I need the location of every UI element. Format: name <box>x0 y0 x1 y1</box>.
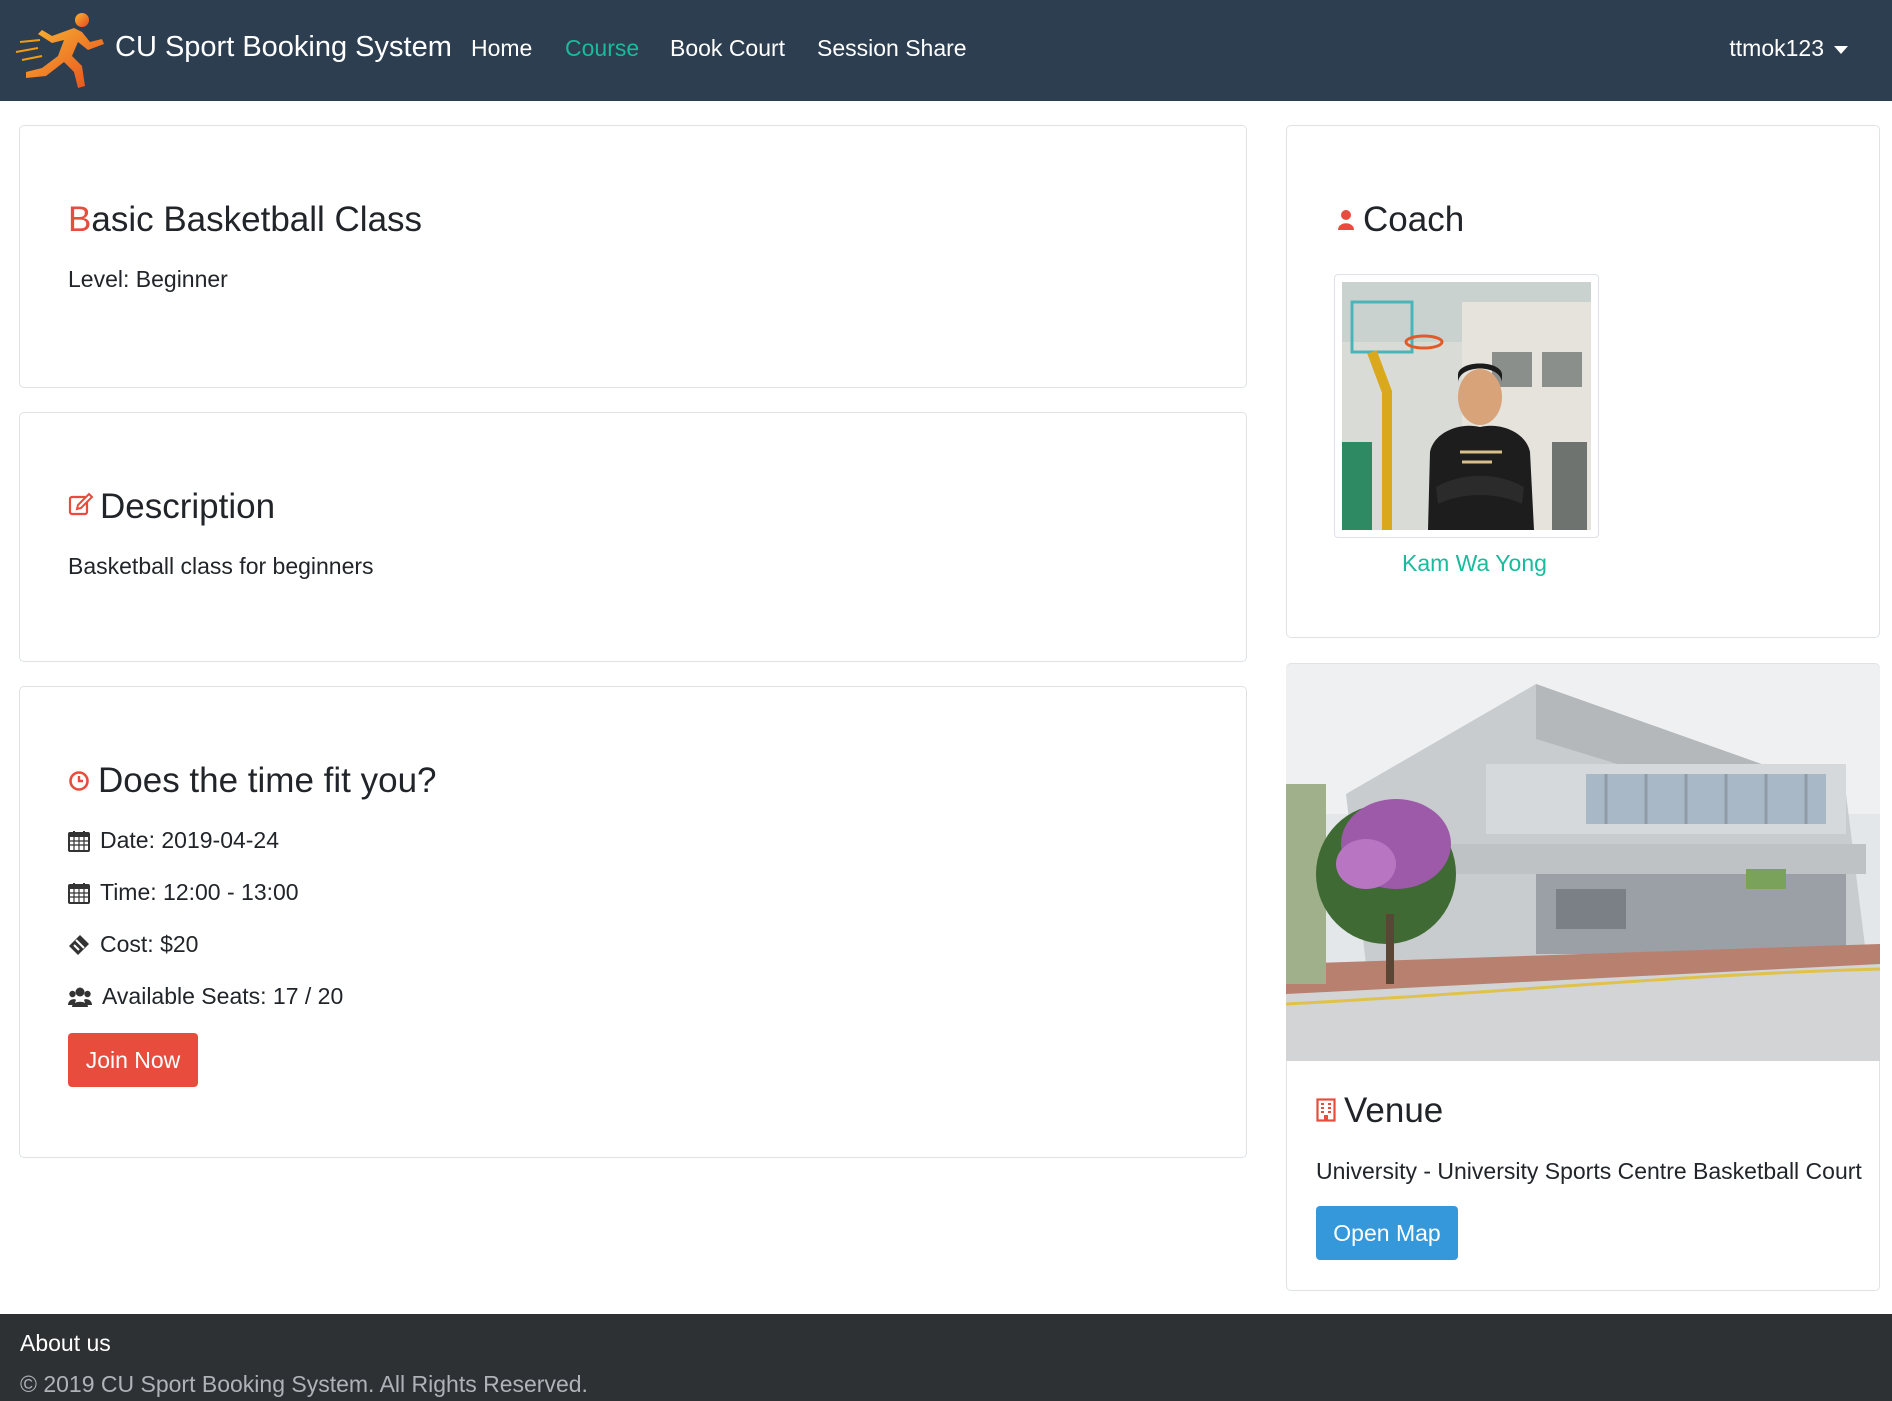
schedule-heading: Does the time fit you? <box>68 761 437 801</box>
ticket-icon <box>69 934 89 955</box>
course-level: Level: Beginner <box>68 266 228 292</box>
brand-title[interactable]: CU Sport Booking System <box>115 31 452 64</box>
open-map-button[interactable]: Open Map <box>1316 1206 1458 1260</box>
course-title-card: Basic Basketball Class Level: Beginner <box>19 125 1247 388</box>
schedule-card: Does the time fit you? Date: 2019-04-24 … <box>19 686 1247 1158</box>
date-text: Date: 2019-04-24 <box>100 827 280 853</box>
seats-text: Available Seats: 17 / 20 <box>102 983 344 1009</box>
description-heading-text: Description <box>100 487 276 526</box>
venue-heading-text: Venue <box>1344 1091 1444 1130</box>
description-heading: Description <box>68 487 275 527</box>
calendar-icon <box>68 882 90 904</box>
join-now-button[interactable]: Join Now <box>68 1033 198 1087</box>
footer: About us © 2019 CU Sport Booking System.… <box>0 1314 1892 1401</box>
date-row: Date: 2019-04-24 <box>68 827 279 854</box>
course-title: Basic Basketball Class <box>68 200 422 240</box>
time-text: Time: 12:00 - 13:00 <box>100 879 299 905</box>
nav-home[interactable]: Home <box>471 35 532 62</box>
footer-about-us: About us <box>20 1330 111 1356</box>
runner-logo-icon[interactable] <box>12 10 112 90</box>
venue-text: University - University Sports Centre Ba… <box>1316 1158 1862 1184</box>
nav-session-share[interactable]: Session Share <box>817 35 967 62</box>
seats-row: Available Seats: 17 / 20 <box>68 983 343 1010</box>
user-name: ttmok123 <box>1729 35 1824 61</box>
footer-copyright: © 2019 CU Sport Booking System. All Righ… <box>20 1371 588 1397</box>
cost-row: Cost: $20 <box>68 931 198 958</box>
nav-course[interactable]: Course <box>565 35 639 62</box>
coach-heading-text: Coach <box>1363 200 1465 239</box>
coach-heading: Coach <box>1337 200 1464 240</box>
venue-heading: Venue <box>1316 1091 1443 1131</box>
course-title-initial: B <box>68 200 92 239</box>
edit-icon <box>68 487 94 527</box>
schedule-heading-text: Does the time fit you? <box>98 761 437 800</box>
coach-photo[interactable] <box>1334 274 1599 538</box>
building-icon <box>1316 1091 1336 1131</box>
navbar: CU Sport Booking System Home Course Book… <box>0 0 1892 101</box>
course-title-rest: asic Basketball Class <box>91 200 423 239</box>
venue-photo <box>1286 664 1880 1061</box>
users-icon <box>68 987 92 1007</box>
cost-text: Cost: $20 <box>100 931 199 957</box>
calendar-icon <box>68 830 90 852</box>
clock-icon <box>68 761 90 801</box>
description-text: Basketball class for beginners <box>68 553 374 579</box>
time-row: Time: 12:00 - 13:00 <box>68 879 299 906</box>
user-menu-dropdown[interactable]: ttmok123 <box>1729 35 1848 62</box>
nav-book-court[interactable]: Book Court <box>670 35 785 62</box>
coach-name-link[interactable]: Kam Wa Yong <box>1402 550 1547 577</box>
caret-down-icon <box>1834 45 1848 54</box>
description-card: Description Basketball class for beginne… <box>19 412 1247 662</box>
user-icon <box>1337 200 1355 240</box>
